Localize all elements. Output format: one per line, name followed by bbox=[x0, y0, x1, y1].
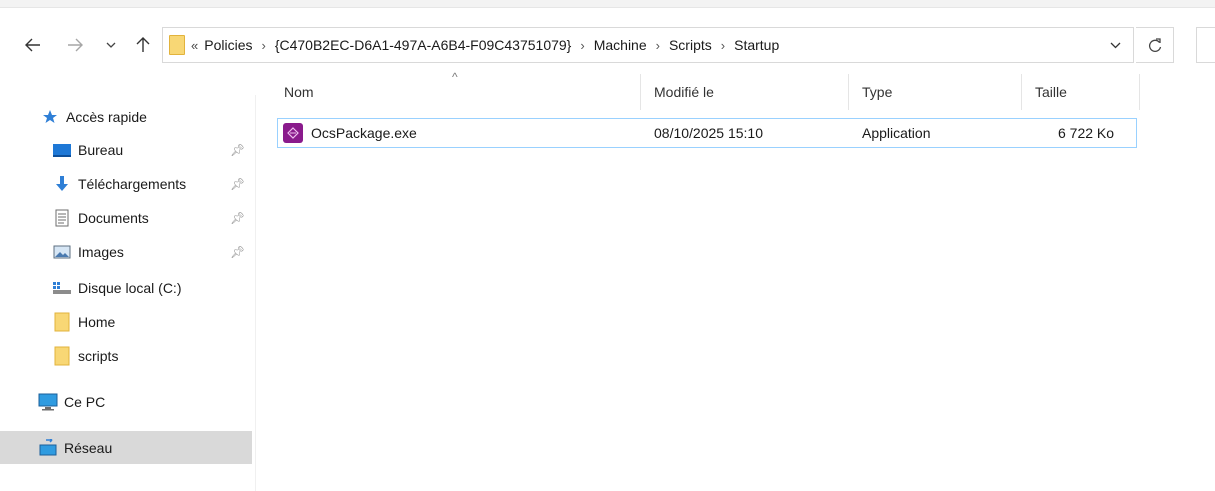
document-icon bbox=[52, 209, 72, 227]
sidebar-item-desktop[interactable]: Bureau 📌︎ bbox=[52, 133, 304, 166]
sidebar-item-this-pc[interactable]: Ce PC bbox=[38, 385, 290, 418]
address-bar[interactable]: « Policies › {C470B2EC-D6A1-497A-A6B4-F0… bbox=[162, 27, 1134, 63]
file-size: 6 722 Ko bbox=[1058, 125, 1115, 141]
computer-icon bbox=[38, 393, 58, 411]
navigation-bar: « Policies › {C470B2EC-D6A1-497A-A6B4-F0… bbox=[0, 26, 1215, 64]
back-arrow-icon[interactable] bbox=[22, 34, 44, 56]
images-icon bbox=[52, 243, 72, 261]
column-header-modified[interactable]: Modifié le bbox=[654, 74, 714, 110]
drive-icon bbox=[52, 279, 72, 297]
sidebar-item-label: Home bbox=[78, 313, 116, 330]
file-name: OcsPackage.exe bbox=[311, 125, 417, 141]
sidebar-item-label: Disque local (C:) bbox=[78, 279, 182, 296]
sidebar-item-label: Ce PC bbox=[64, 393, 106, 410]
file-type: Application bbox=[862, 125, 931, 141]
folder-icon bbox=[52, 312, 72, 331]
path-overflow-icon[interactable]: « bbox=[191, 38, 198, 53]
address-dropdown-chevron-icon[interactable] bbox=[1110, 37, 1121, 52]
sidebar-item-documents[interactable]: Documents 📌︎ bbox=[52, 201, 304, 234]
download-arrow-icon bbox=[52, 175, 72, 193]
sidebar-item-local-disk[interactable]: Disque local (C:) bbox=[52, 271, 304, 304]
sidebar-item-label: Bureau bbox=[78, 141, 124, 158]
breadcrumb-separator-icon[interactable]: › bbox=[656, 38, 660, 53]
breadcrumb-startup[interactable]: Startup bbox=[734, 37, 779, 53]
sort-ascending-caret-icon: ^ bbox=[452, 70, 458, 84]
sidebar-item-label: Accès rapide bbox=[66, 108, 147, 125]
recent-locations-chevron-icon[interactable] bbox=[100, 34, 122, 56]
breadcrumb-separator-icon[interactable]: › bbox=[580, 38, 584, 53]
navigation-pane: Accès rapide Bureau 📌︎ Téléchargements 📌… bbox=[0, 95, 256, 491]
star-icon bbox=[40, 108, 60, 126]
network-icon bbox=[38, 438, 58, 457]
sidebar-item-label: Images bbox=[78, 243, 124, 260]
file-modified: 08/10/2025 15:10 bbox=[654, 125, 763, 141]
breadcrumb-separator-icon[interactable]: › bbox=[261, 38, 265, 53]
sidebar-item-quick-access[interactable]: Accès rapide bbox=[40, 100, 292, 133]
column-divider[interactable] bbox=[1021, 74, 1022, 110]
pin-icon[interactable]: 📌︎ bbox=[230, 211, 245, 225]
column-divider[interactable] bbox=[1139, 74, 1140, 110]
breadcrumb-scripts[interactable]: Scripts bbox=[669, 37, 712, 53]
breadcrumb: Policies › {C470B2EC-D6A1-497A-A6B4-F09C… bbox=[204, 37, 779, 53]
sidebar-item-label: Documents bbox=[78, 209, 149, 226]
sidebar-item-scripts[interactable]: scripts bbox=[52, 339, 304, 372]
column-divider[interactable] bbox=[640, 74, 641, 110]
sidebar-item-label: Réseau bbox=[64, 439, 113, 456]
column-divider[interactable] bbox=[848, 74, 849, 110]
breadcrumb-machine[interactable]: Machine bbox=[594, 37, 647, 53]
up-arrow-icon[interactable] bbox=[132, 34, 154, 56]
forward-arrow-icon[interactable] bbox=[64, 34, 86, 56]
column-header-type[interactable]: Type bbox=[862, 74, 892, 110]
file-row[interactable]: OcsPackage.exe 08/10/2025 15:10 Applicat… bbox=[277, 118, 1137, 148]
folder-icon bbox=[52, 346, 72, 365]
column-header-size[interactable]: Taille bbox=[1035, 74, 1067, 110]
sidebar-item-label: Téléchargements bbox=[78, 175, 187, 192]
pin-icon[interactable]: 📌︎ bbox=[230, 177, 245, 191]
refresh-icon[interactable] bbox=[1136, 27, 1174, 63]
pin-icon[interactable]: 📌︎ bbox=[230, 143, 245, 157]
sidebar-item-label: scripts bbox=[78, 347, 119, 364]
search-input[interactable] bbox=[1196, 27, 1215, 63]
sidebar-item-downloads[interactable]: Téléchargements 📌︎ bbox=[52, 167, 304, 200]
breadcrumb-policies[interactable]: Policies bbox=[204, 37, 252, 53]
sidebar-item-network[interactable]: Réseau bbox=[0, 431, 252, 464]
window-top-strip bbox=[0, 0, 1215, 8]
desktop-icon bbox=[52, 141, 72, 159]
breadcrumb-policy-guid[interactable]: {C470B2EC-D6A1-497A-A6B4-F09C43751079} bbox=[275, 37, 572, 53]
sidebar-item-home[interactable]: Home bbox=[52, 305, 304, 338]
breadcrumb-separator-icon[interactable]: › bbox=[721, 38, 725, 53]
pin-icon[interactable]: 📌︎ bbox=[230, 245, 245, 259]
sidebar-item-images[interactable]: Images 📌︎ bbox=[52, 235, 304, 268]
folder-icon bbox=[169, 35, 185, 55]
